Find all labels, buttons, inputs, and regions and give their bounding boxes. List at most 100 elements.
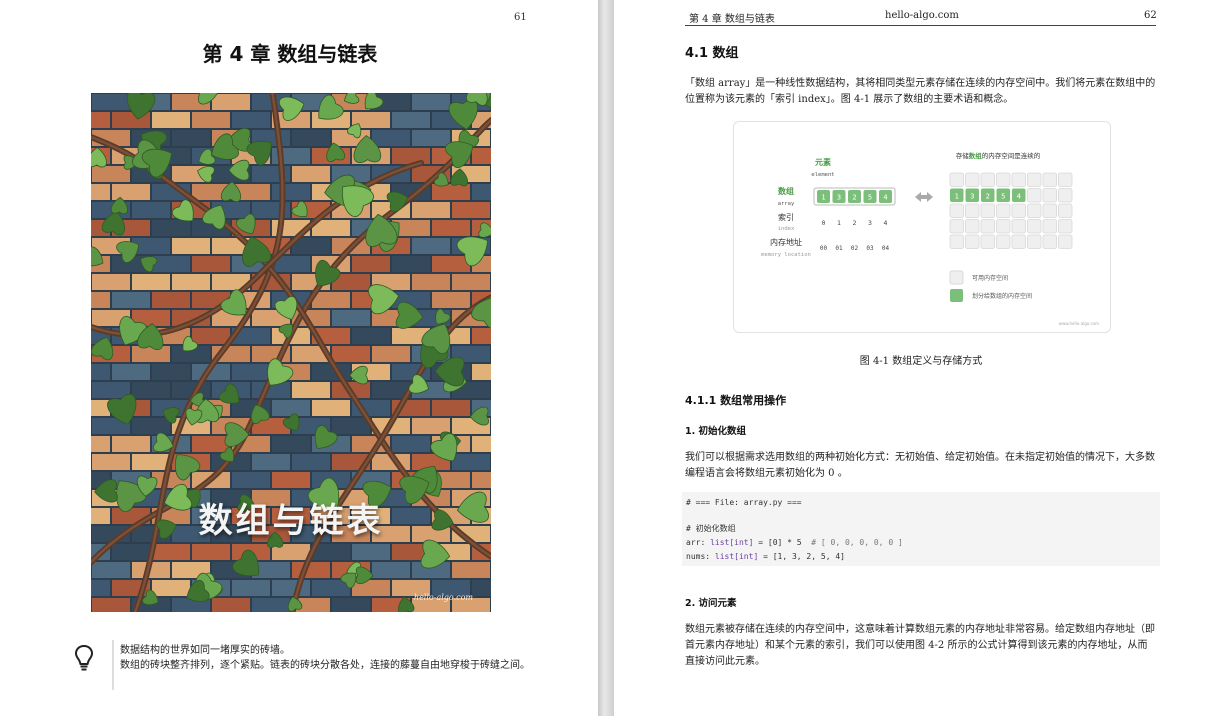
- code-block[interactable]: # === File: array.py === # 初始化数组 arr: li…: [682, 492, 1160, 566]
- array-address: 02: [851, 245, 859, 252]
- cover-brick: [232, 472, 270, 488]
- legend-free-label: 可用内存空间: [972, 274, 1008, 282]
- memory-cell-free: [965, 234, 980, 249]
- figure-watermark: www.hello-algo.com: [1059, 321, 1099, 326]
- figure-caption: 图 4-1 数组定义与存储方式: [859, 356, 983, 367]
- cover-brick: [212, 598, 250, 612]
- cover-brick: [92, 94, 130, 110]
- memory-cell-free: [1011, 234, 1026, 249]
- cover-brick: [472, 580, 491, 596]
- cover-brick: [472, 472, 491, 488]
- cover-brick: [392, 436, 430, 452]
- memory-cell-free: [1058, 188, 1073, 203]
- array-cell-value: 2: [852, 194, 856, 202]
- memory-cell-free: [1027, 172, 1042, 187]
- left-page: 61 第 4 章 数组与链表 数组与链表 hello-algo.com 数据结构…: [0, 0, 598, 716]
- memory-cell-free: [1058, 234, 1073, 249]
- cover-brick: [252, 598, 290, 612]
- chapter-quote: 数据结构的世界如同一堵厚实的砖墙。 数组的砖块整齐排列，逐个紧贴。链表的砖块分散…: [120, 643, 530, 673]
- page-number-left: 61: [514, 12, 527, 23]
- cover-brick: [452, 274, 490, 290]
- array-cell-value: 4: [883, 194, 887, 202]
- cover-brick: [392, 148, 430, 164]
- cover-title: 数组与链表: [198, 501, 384, 541]
- memory-cell-free: [1011, 203, 1026, 218]
- memory-cell-free: [996, 172, 1011, 187]
- legend-used-label: 划分给数组的内存空间: [972, 292, 1032, 300]
- array-figure: 元素 element 数组 array 索引 index 内存地址 memory…: [733, 121, 1111, 333]
- memory-cell-free: [1027, 188, 1042, 203]
- cover-brick: [112, 436, 150, 452]
- cover-brick: [132, 346, 170, 362]
- cover-brick: [392, 256, 430, 272]
- memory-cell-free: [980, 234, 995, 249]
- cover-brick: [152, 220, 190, 236]
- cover-brick: [132, 454, 170, 470]
- cover-brick: [152, 544, 190, 560]
- cover-brick: [412, 274, 450, 290]
- memory-cell-free: [1042, 234, 1057, 249]
- cover-brick: [192, 544, 230, 560]
- cover-site-credit: hello-algo.com: [413, 593, 473, 602]
- cover-brick: [352, 328, 390, 344]
- memory-cell-free: [1027, 219, 1042, 234]
- cover-brick: [332, 310, 370, 326]
- cover-brick: [132, 418, 170, 434]
- memory-cell-free: [1042, 203, 1057, 218]
- memory-cell-free: [1042, 188, 1057, 203]
- memory-cell-value: 3: [970, 192, 974, 200]
- legend-used-swatch: [950, 289, 963, 302]
- cover-brick: [232, 580, 270, 596]
- cover-brick: [372, 346, 410, 362]
- memory-cell-value: 5: [1001, 192, 1005, 200]
- memory-cell-value: 2: [986, 192, 990, 200]
- lightbulb-icon: [74, 644, 94, 676]
- access-paragraph: 数组元素被存储在连续的内存空间中，这意味着计算数组元素的内存地址非常容易。给定数…: [685, 624, 1155, 667]
- fig-index-label-en: index: [778, 226, 795, 232]
- memory-cell-free: [965, 172, 980, 187]
- cover-brick: [292, 454, 330, 470]
- array-index: 0: [822, 219, 826, 227]
- cover-brick: [272, 400, 310, 416]
- cover-brick: [92, 454, 130, 470]
- double-arrow-icon: [915, 192, 933, 202]
- array-address: 03: [866, 245, 874, 252]
- cover-brick: [292, 130, 330, 146]
- memory-grid-title: 存储数组的内存空间是连续的: [956, 151, 1041, 160]
- memory-cell-free: [949, 172, 964, 187]
- cover-brick: [292, 382, 330, 398]
- cover-brick: [91, 364, 110, 380]
- cover-brick: [152, 112, 190, 128]
- memory-cell-free: [949, 234, 964, 249]
- memory-cell-value: 4: [1017, 192, 1021, 200]
- cover-brick: [292, 166, 330, 182]
- quote-divider: [112, 640, 114, 690]
- page-number-right: 62: [1144, 10, 1157, 21]
- cover-brick: [91, 292, 110, 308]
- fig-element-label: 元素: [815, 157, 831, 167]
- cover-brick: [332, 598, 370, 612]
- cover-brick: [112, 184, 150, 200]
- memory-cell-free: [996, 203, 1011, 218]
- cover-brick: [91, 400, 110, 416]
- cover-brick: [452, 562, 490, 578]
- cover-brick: [192, 112, 230, 128]
- fig-element-label-en: element: [811, 172, 834, 178]
- array-index: 4: [884, 219, 888, 227]
- cover-brick: [472, 184, 491, 200]
- array-index: 3: [868, 219, 872, 227]
- cover-brick: [112, 292, 150, 308]
- cover-brick: [432, 256, 470, 272]
- array-address: 01: [835, 245, 843, 252]
- memory-cell-free: [1011, 219, 1026, 234]
- memory-cell-free: [980, 203, 995, 218]
- cover-brick: [92, 166, 130, 182]
- memory-cell-free: [1042, 172, 1057, 187]
- memory-cell-free: [1011, 172, 1026, 187]
- subsection-title: 4.1.1 数组常用操作: [685, 394, 787, 407]
- cover-brick: [392, 112, 430, 128]
- cover-brick: [172, 274, 210, 290]
- memory-cell-free: [1058, 172, 1073, 187]
- cover-brick: [332, 346, 370, 362]
- cover-brick: [432, 292, 470, 308]
